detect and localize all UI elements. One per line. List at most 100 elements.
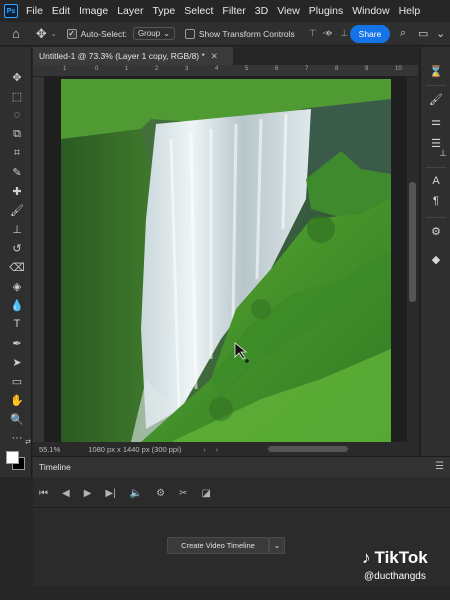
split-scissors-icon[interactable]: ✂: [179, 488, 187, 499]
menu-filter[interactable]: Filter: [222, 5, 245, 17]
paint-bucket-icon[interactable]: ◈: [9, 278, 25, 294]
type-tool-icon[interactable]: T: [9, 316, 25, 332]
home-icon[interactable]: ⌂: [12, 26, 20, 41]
menu-layer[interactable]: Layer: [117, 5, 143, 17]
hand-tool-icon[interactable]: ✋: [9, 392, 25, 408]
auto-select-dropdown[interactable]: Group ⌄: [132, 27, 175, 40]
menu-view[interactable]: View: [277, 5, 300, 17]
timeline-header: Timeline: [33, 457, 450, 477]
ruler-tick-label: 1: [63, 66, 67, 72]
crop-tool-icon[interactable]: ⌗: [9, 145, 25, 161]
ruler-tick-label: 9: [365, 66, 369, 72]
timeline-title[interactable]: Timeline: [39, 462, 71, 472]
pen-tool-icon[interactable]: ✒: [9, 335, 25, 351]
auto-select-checkbox[interactable]: ✓ Auto-Select:: [66, 28, 127, 39]
panel-menu-icon[interactable]: ☰: [435, 461, 444, 472]
chevron-down-icon[interactable]: ⌄: [269, 537, 285, 554]
ruler-tick-label: 1: [125, 66, 129, 72]
rectangle-tool-icon[interactable]: ▭: [9, 373, 25, 389]
tiktok-logo-icon: ♪: [362, 548, 371, 567]
tab-strip: [233, 47, 420, 65]
clone-stamp-icon[interactable]: ⊥: [9, 221, 25, 237]
blur-tool-icon[interactable]: 💧: [9, 297, 25, 313]
healing-brush-icon[interactable]: ✚: [9, 183, 25, 199]
menu-edit[interactable]: Edit: [52, 5, 70, 17]
zoom-tool-icon[interactable]: 🔍: [9, 411, 25, 427]
zoom-level[interactable]: 55.1%: [39, 445, 60, 454]
menu-help[interactable]: Help: [399, 5, 421, 17]
move-tool-icon[interactable]: ✥: [36, 26, 47, 42]
settings-gear-icon[interactable]: ⚙: [156, 488, 165, 499]
previous-frame-icon[interactable]: ◀: [62, 488, 70, 499]
paragraph-icon[interactable]: ¶: [428, 193, 444, 209]
chevron-right-icon[interactable]: ›: [203, 445, 206, 454]
divider: [33, 507, 450, 508]
create-video-timeline-button[interactable]: Create Video Timeline: [167, 537, 269, 554]
object-select-tool-icon[interactable]: ⧉: [9, 126, 25, 142]
photoshop-logo-icon[interactable]: Ps: [4, 4, 18, 18]
transform-controls-label: Show Transform Controls: [198, 28, 295, 39]
align-bottom-icon[interactable]: ⊥: [340, 28, 348, 39]
adjustments-icon[interactable]: ⚌: [428, 113, 444, 129]
chevron-down-icon[interactable]: ⌄: [51, 30, 57, 38]
tools-panel: ✥ ⬚ ◌ ⧉ ⌗ ✎ ✚ 🖌 ⊥ ↺ ⌫ ◈ 💧 T ✒ ➤ ▭ ✋ 🔍 ··…: [0, 47, 32, 477]
ruler-tick-label: 8: [335, 66, 339, 72]
right-panel-dock: ⌛ 🖌 ⚌ ☰ ⊥ A ¶ ⚙ ◆: [420, 47, 450, 457]
lasso-tool-icon[interactable]: ◌: [9, 107, 25, 123]
status-bar: 55.1% 1080 px x 1440 px (300 ppi) › ‹: [33, 442, 418, 456]
search-icon[interactable]: ⌕: [400, 27, 406, 40]
play-icon[interactable]: ▶: [84, 488, 92, 499]
path-select-icon[interactable]: ➤: [9, 354, 25, 370]
align-top-icon[interactable]: ⊤: [309, 28, 317, 39]
eraser-tool-icon[interactable]: ⌫: [9, 259, 25, 275]
channels-icon[interactable]: ⚙: [428, 223, 444, 239]
vertical-scrollbar[interactable]: [407, 77, 418, 442]
go-to-first-frame-icon[interactable]: ⏮: [39, 488, 48, 499]
menu-type[interactable]: Type: [152, 5, 175, 17]
ruler-tick-label: 0: [95, 66, 99, 72]
ruler-tick-label: 5: [245, 66, 249, 72]
ruler-tick-label: 10: [395, 66, 402, 72]
tiktok-watermark: ♪ TikTok @ducthangds: [362, 548, 428, 582]
brush-settings-icon[interactable]: 🖌: [428, 91, 444, 107]
character-icon[interactable]: A: [428, 173, 444, 189]
history-brush-icon[interactable]: ↺: [9, 240, 25, 256]
horizontal-scrollbar-thumb[interactable]: [268, 446, 348, 452]
layers-icon[interactable]: ◆: [428, 251, 444, 267]
marquee-tool-icon[interactable]: ⬚: [9, 88, 25, 104]
stamp-icon[interactable]: ⊥: [435, 145, 450, 161]
close-icon[interactable]: ✕: [211, 51, 218, 62]
document-title: Untitled-1 @ 73.3% (Layer 1 copy, RGB/8)…: [39, 51, 205, 61]
menu-select[interactable]: Select: [184, 5, 213, 17]
transform-controls-checkbox[interactable]: Show Transform Controls: [184, 28, 295, 39]
ruler-tick-label: 6: [275, 66, 279, 72]
scrollbar-thumb[interactable]: [409, 182, 416, 302]
menu-3d[interactable]: 3D: [255, 5, 268, 17]
menu-plugins[interactable]: Plugins: [309, 5, 343, 17]
audio-icon[interactable]: 🔈: [130, 488, 142, 499]
chevron-down-icon[interactable]: ⌄: [436, 27, 445, 40]
share-button[interactable]: Share: [350, 25, 390, 43]
menu-file[interactable]: File: [26, 5, 43, 17]
next-frame-icon[interactable]: ▶|: [105, 488, 115, 499]
checkbox-box: [184, 28, 195, 39]
document-tab[interactable]: Untitled-1 @ 73.3% (Layer 1 copy, RGB/8)…: [33, 47, 233, 65]
eyedropper-tool-icon[interactable]: ✎: [9, 164, 25, 180]
menu-image[interactable]: Image: [79, 5, 108, 17]
chevron-left-icon[interactable]: ‹: [216, 445, 219, 454]
tiktok-handle: @ducthangds: [364, 571, 426, 582]
menu-window[interactable]: Window: [352, 5, 389, 17]
timeline-controls: ⏮ ◀ ▶ ▶| 🔈 ⚙ ✂ ◪: [33, 483, 211, 503]
history-icon[interactable]: ⌛: [428, 63, 444, 79]
workspace-icon[interactable]: ▭: [418, 27, 428, 40]
transition-icon[interactable]: ◪: [202, 488, 211, 499]
more-icon[interactable]: ···: [322, 27, 333, 39]
ruler-vertical: [33, 77, 45, 442]
ruler-tick-label: 3: [185, 66, 189, 72]
menu-bar: Ps File Edit Image Layer Type Select Fil…: [0, 0, 450, 22]
ruler-tick-label: 7: [305, 66, 309, 72]
canvas-image-waterfall[interactable]: [61, 79, 391, 442]
move-tool-icon[interactable]: ✥: [9, 69, 25, 85]
foreground-color-swatch[interactable]: [6, 451, 19, 464]
brush-tool-icon[interactable]: 🖌: [9, 202, 25, 218]
